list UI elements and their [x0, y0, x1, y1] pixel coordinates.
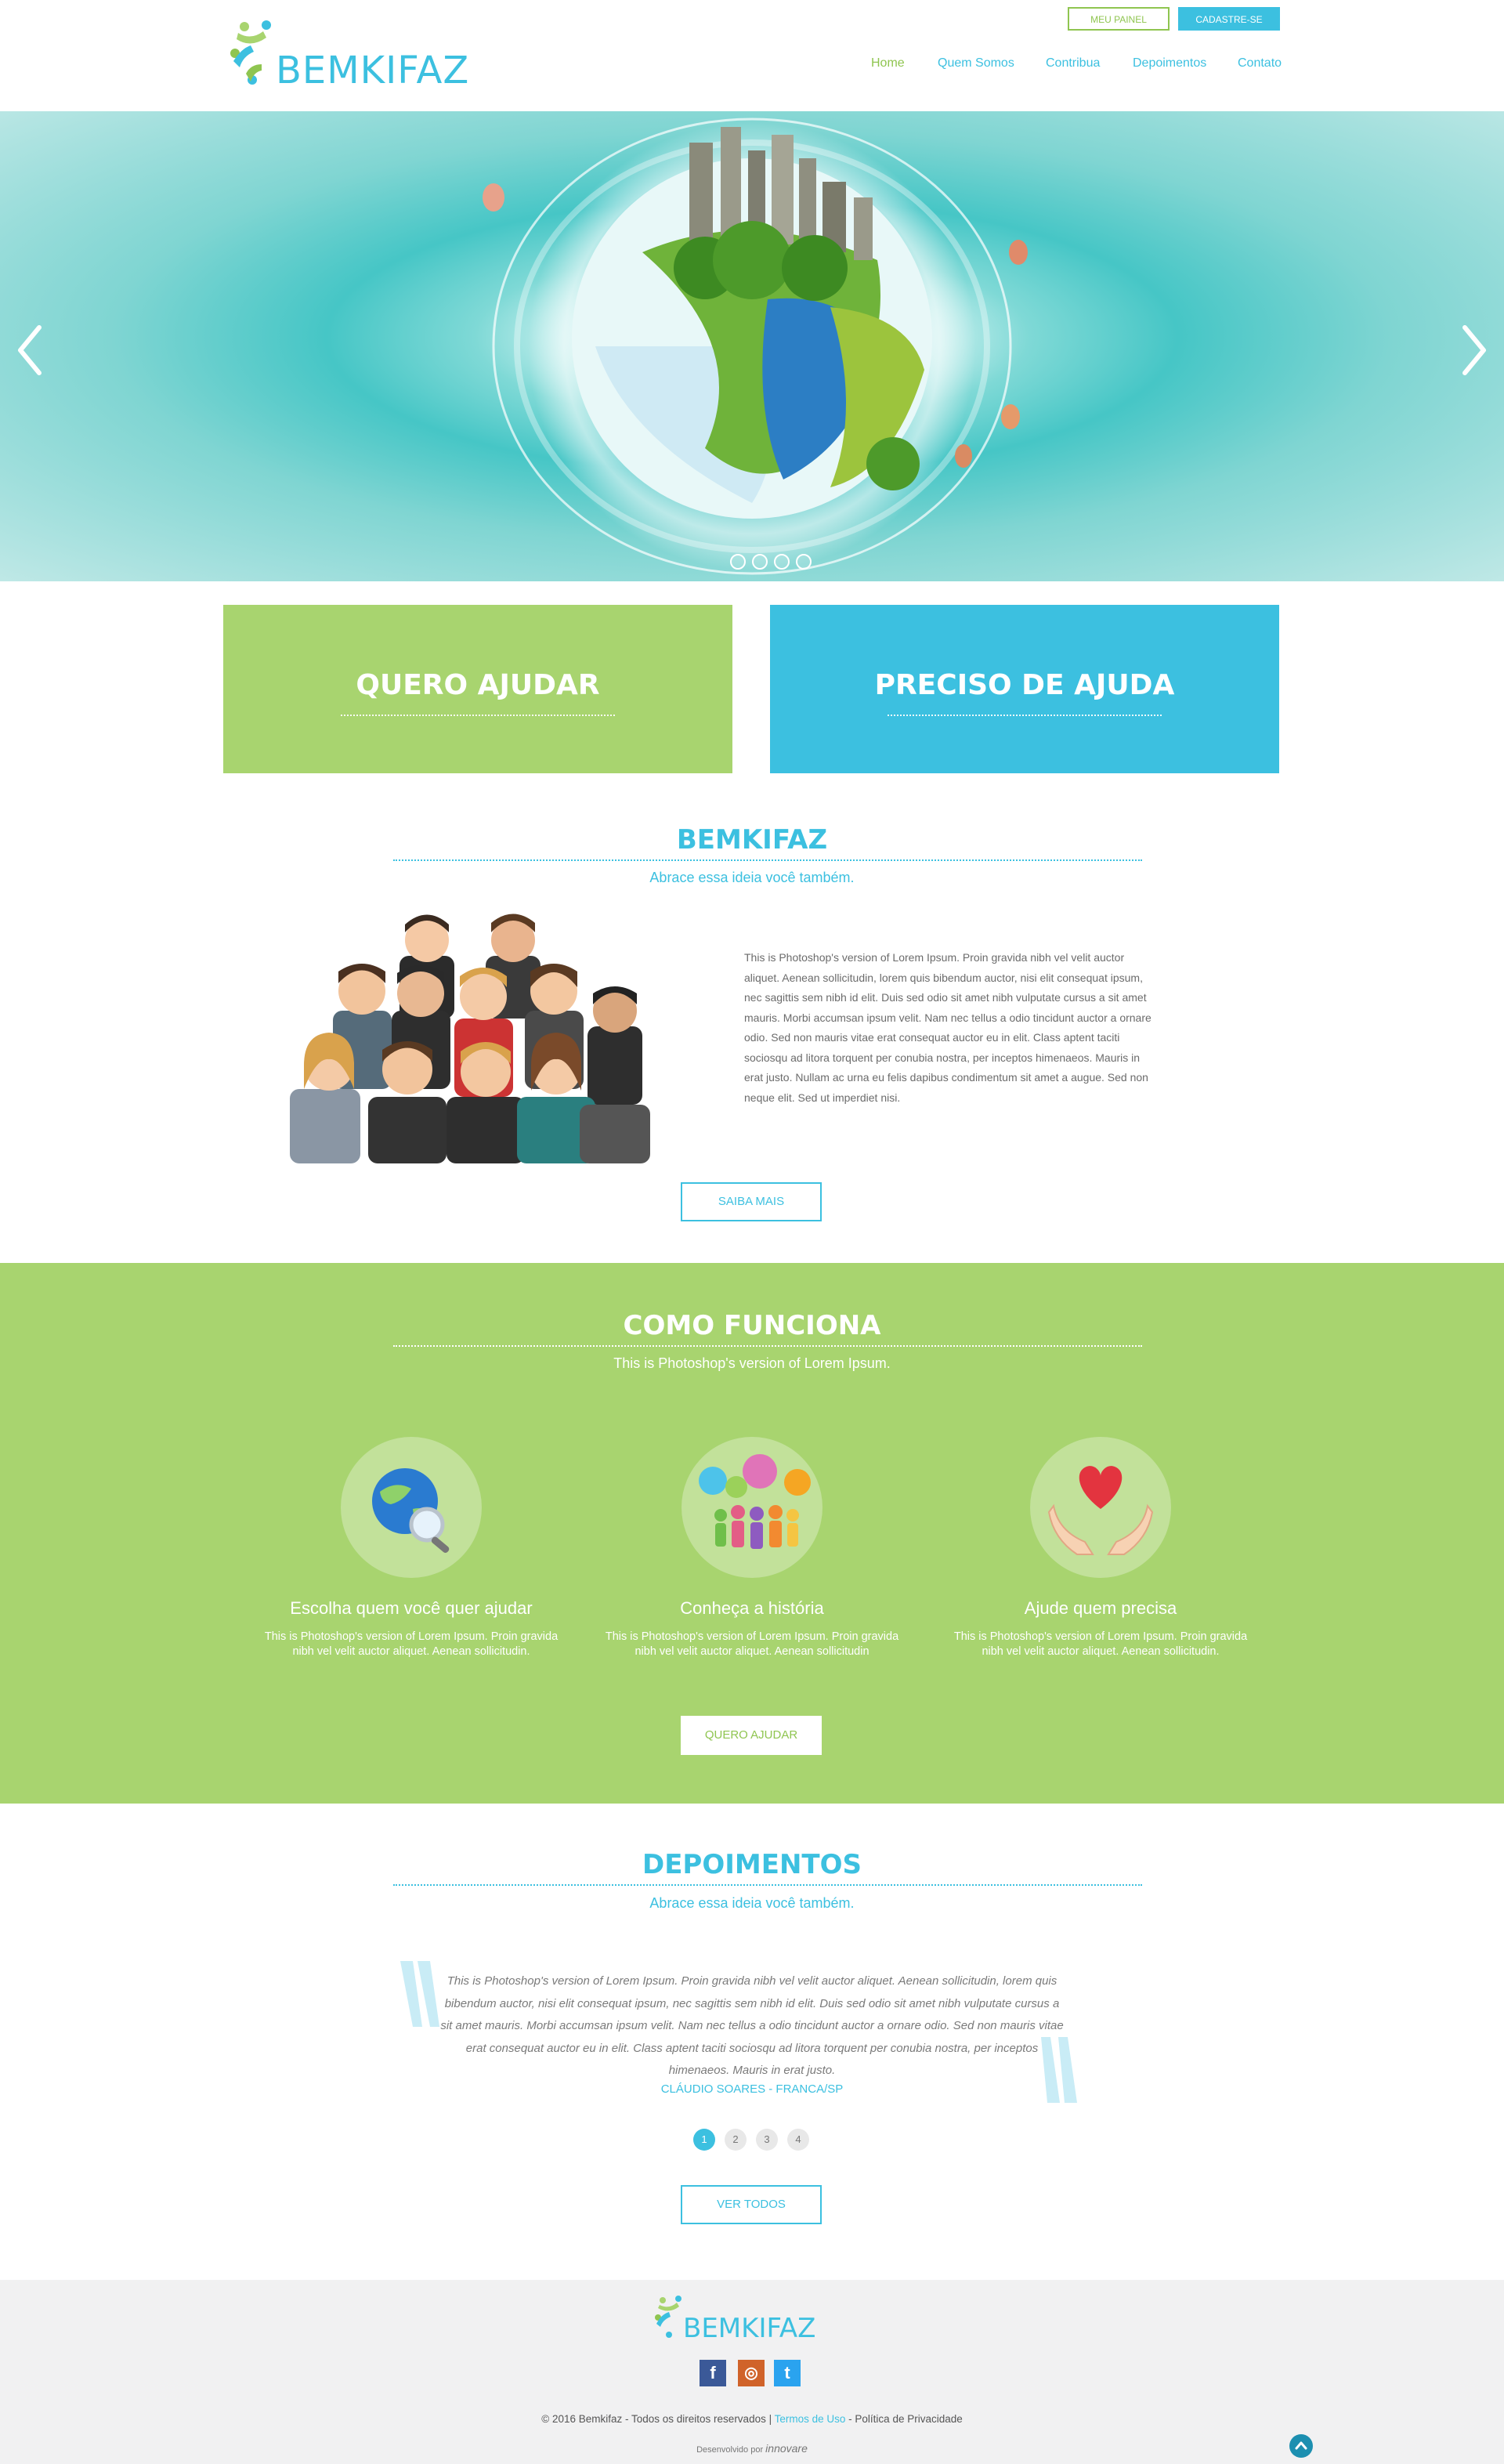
copyright-text: © 2016 Bemkifaz - Todos os direitos rese… [541, 2413, 772, 2425]
about-title-divider [393, 859, 1142, 861]
depoimentos-title: DEPOIMENTOS [642, 1849, 862, 1880]
dev-label: Desenvolvido por [696, 2445, 764, 2455]
cadastre-se-button[interactable]: CADASTRE-SE [1178, 7, 1280, 31]
step-1-circle [341, 1437, 482, 1578]
termos-de-uso-link[interactable]: Termos de Uso [775, 2413, 846, 2425]
about-title: BEMKIFAZ [676, 824, 828, 856]
step-1-title: Escolha quem você quer ajudar [290, 1598, 533, 1618]
meu-painel-button[interactable]: MEU PAINEL [1068, 7, 1170, 31]
nav-quem-somos[interactable]: Quem Somos [938, 56, 1014, 71]
cta-divider [888, 715, 1162, 716]
nav-depoimentos[interactable]: Depoimentos [1133, 56, 1206, 71]
depoimentos-title-divider [393, 1884, 1142, 1886]
about-text: This is Photoshop's version of Lorem Ips… [744, 951, 1152, 1104]
about-subtitle: Abrace essa ideia você também. [649, 870, 855, 885]
quote-open-icon [400, 1961, 439, 2027]
instagram-icon[interactable]: ◎ [738, 2360, 765, 2386]
como-funciona-section: COMO FUNCIONA This is Photoshop's versio… [0, 1263, 1504, 1804]
politica-privacidade-link[interactable]: - Política de Privacidade [848, 2413, 963, 2425]
cta-divider [341, 715, 615, 716]
main-nav: Home Quem Somos Contribua Depoimentos Co… [0, 56, 1504, 75]
como-subtitle: This is Photoshop's version of Lorem Ips… [613, 1355, 891, 1371]
quero-ajudar-button[interactable]: QUERO AJUDAR [681, 1716, 822, 1755]
hero-dot-2[interactable] [752, 554, 768, 570]
innovare-logo[interactable]: innovare [765, 2442, 808, 2455]
testimonial-page-4[interactable]: 4 [787, 2129, 809, 2151]
site-header: BEMKIFAZ MEU PAINEL CADASTRE-SE Home Que… [0, 0, 1504, 111]
facebook-icon[interactable]: f [700, 2360, 726, 2386]
ver-todos-button[interactable]: VER TODOS [681, 2185, 822, 2224]
globe-search-icon [372, 1468, 450, 1553]
step-2-text: This is Photoshop's version of Lorem Ips… [605, 1630, 899, 1658]
depoimentos-subtitle: Abrace essa ideia você também. [649, 1895, 855, 1911]
step-2-title: Conheça a história [680, 1598, 824, 1618]
nav-home[interactable]: Home [871, 56, 905, 71]
testimonial-page-3[interactable]: 3 [756, 2129, 778, 2151]
hero-prev-arrow-icon[interactable] [14, 323, 45, 378]
saiba-mais-button[interactable]: SAIBA MAIS [681, 1182, 822, 1221]
hero-dot-4[interactable] [796, 554, 812, 570]
step-3-title: Ajude quem precisa [1024, 1598, 1177, 1618]
hero-earth-illustration [483, 118, 1028, 575]
hands-heart-icon [1047, 1466, 1154, 1555]
hero-slider [0, 111, 1504, 581]
nav-contato[interactable]: Contato [1238, 56, 1282, 71]
twitter-icon[interactable]: t [774, 2360, 801, 2386]
site-footer: BEMKIFAZ f ◎ t © 2016 Bemkifaz - Todos o… [0, 2280, 1504, 2464]
step-1-text: This is Photoshop's version of Lorem Ips… [264, 1630, 559, 1658]
step-2-circle [682, 1437, 822, 1578]
back-to-top-button[interactable] [1289, 2434, 1313, 2458]
preciso-de-ajuda-box[interactable]: PRECISO DE AJUDA [770, 605, 1279, 773]
hero-next-arrow-icon[interactable] [1459, 323, 1490, 378]
quero-ajudar-label: QUERO AJUDAR [356, 669, 600, 701]
preciso-de-ajuda-label: PRECISO DE AJUDA [874, 669, 1175, 701]
como-title: COMO FUNCIONA [623, 1310, 881, 1341]
footer-logo-text: BEMKIFAZ [683, 2313, 816, 2344]
testimonial-page-1[interactable]: 1 [693, 2129, 715, 2151]
developer-credit: Desenvolvido por innovare [0, 2442, 1504, 2455]
people-chat-icon [699, 1454, 811, 1549]
hero-slide-dots [728, 554, 822, 571]
step-3-text: This is Photoshop's version of Lorem Ips… [953, 1630, 1248, 1658]
testimonial-author: CLÁUDIO SOARES - FRANCA/SP [660, 2082, 844, 2096]
quero-ajudar-box[interactable]: QUERO AJUDAR [223, 605, 732, 773]
nav-contribua[interactable]: Contribua [1046, 56, 1100, 71]
step-3-circle [1030, 1437, 1171, 1578]
hero-dot-1[interactable] [730, 554, 746, 570]
testimonial-page-2[interactable]: 2 [725, 2129, 747, 2151]
footer-legal: © 2016 Bemkifaz - Todos os direitos rese… [0, 2413, 1504, 2425]
chevron-up-icon [1295, 2441, 1307, 2450]
footer-logo[interactable]: BEMKIFAZ [652, 2292, 855, 2347]
testimonial-quote: This is Photoshop's version of Lorem Ips… [440, 1974, 1064, 2077]
people-group-illustration [290, 914, 650, 1163]
como-title-divider [393, 1345, 1142, 1347]
hero-dot-3[interactable] [774, 554, 790, 570]
